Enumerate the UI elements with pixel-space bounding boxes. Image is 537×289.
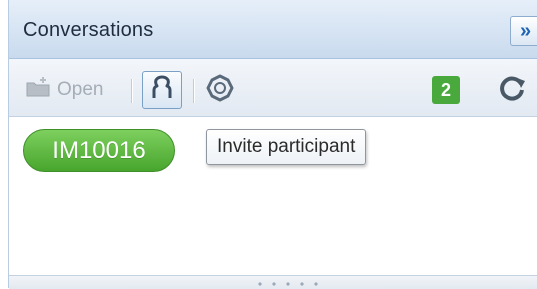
folder-add-icon	[25, 76, 51, 104]
toolbar: Open 2	[9, 59, 537, 117]
open-button-label: Open	[57, 79, 104, 100]
invite-participant-tooltip: Invite participant	[206, 129, 367, 165]
conversation-item[interactable]: IM10016	[23, 129, 175, 172]
gear-icon	[206, 74, 234, 107]
person-add-icon	[149, 75, 175, 106]
toolbar-separator	[131, 79, 132, 103]
double-chevron-right-icon: »	[519, 19, 532, 42]
resize-grip-icon[interactable]	[253, 281, 325, 287]
panel-title: Conversations	[23, 19, 154, 41]
refresh-button[interactable]	[496, 74, 528, 106]
conversations-panel: Conversations » Open 2 IM10016 Invite pa…	[8, 0, 537, 289]
resize-bar[interactable]	[9, 275, 537, 289]
open-button[interactable]: Open	[25, 77, 103, 103]
conversation-list: IM10016 Invite participant	[9, 117, 537, 275]
collapse-panel-button[interactable]: »	[510, 16, 537, 46]
settings-button[interactable]	[205, 74, 235, 107]
panel-header: Conversations »	[9, 0, 537, 59]
refresh-icon	[497, 73, 527, 108]
toolbar-separator	[193, 79, 194, 103]
conversation-count-badge: 2	[432, 76, 460, 104]
invite-participant-button[interactable]	[142, 71, 182, 109]
